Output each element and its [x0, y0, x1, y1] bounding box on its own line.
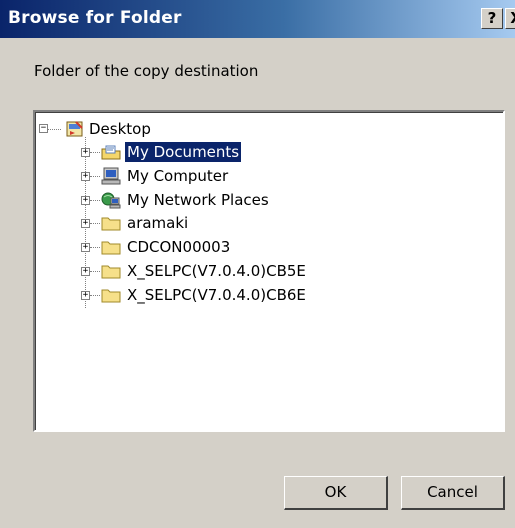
tree-line: [90, 271, 100, 272]
help-button[interactable]: ?: [481, 8, 503, 29]
tree-node-my-computer[interactable]: My Computer: [125, 166, 230, 186]
expand-toggle[interactable]: +: [81, 148, 90, 157]
tree-node-desktop[interactable]: Desktop: [87, 119, 153, 139]
tree-node-x-selpc-cb5e[interactable]: X_SELPC(V7.0.4.0)CB5E: [125, 261, 308, 281]
tree-line: [90, 200, 100, 201]
expand-toggle[interactable]: +: [81, 243, 90, 252]
tree-line: [47, 129, 61, 130]
expand-toggle[interactable]: +: [81, 219, 90, 228]
tree-line: [90, 223, 100, 224]
folder-icon: [101, 289, 121, 303]
tree-line: [90, 152, 100, 153]
browse-for-folder-dialog: Browse for Folder ? X Folder of the copy…: [0, 0, 515, 528]
tree-node-cdcon00003[interactable]: CDCON00003: [125, 237, 232, 257]
prompt-label: Folder of the copy destination: [34, 62, 259, 80]
my-documents-icon: [101, 145, 121, 160]
tree-line: [90, 295, 100, 296]
tree-node-network-places[interactable]: My Network Places: [125, 190, 271, 210]
my-computer-icon: [101, 167, 121, 185]
tree-line: [90, 247, 100, 248]
tree-node-my-documents[interactable]: My Documents: [125, 142, 242, 162]
expand-toggle[interactable]: +: [81, 196, 90, 205]
title-bar[interactable]: Browse for Folder ? X: [0, 0, 515, 38]
folder-tree[interactable]: − Desktop + My Documents + My Computer +: [33, 110, 505, 432]
cancel-button[interactable]: Cancel: [401, 476, 505, 510]
expand-toggle[interactable]: +: [81, 172, 90, 181]
tree-node-x-selpc-cb6e[interactable]: X_SELPC(V7.0.4.0)CB6E: [125, 285, 308, 305]
close-button[interactable]: X: [505, 8, 515, 29]
desktop-icon: [66, 121, 83, 137]
folder-icon: [101, 265, 121, 279]
folder-icon: [101, 241, 121, 255]
network-places-icon: [101, 192, 121, 209]
tree-node-aramaki[interactable]: aramaki: [125, 213, 190, 233]
expand-toggle[interactable]: +: [81, 267, 90, 276]
folder-icon: [101, 217, 121, 231]
dialog-title: Browse for Folder: [8, 8, 182, 28]
ok-button[interactable]: OK: [284, 476, 388, 510]
expand-toggle[interactable]: +: [81, 291, 90, 300]
collapse-toggle[interactable]: −: [39, 124, 48, 133]
tree-line: [90, 176, 100, 177]
